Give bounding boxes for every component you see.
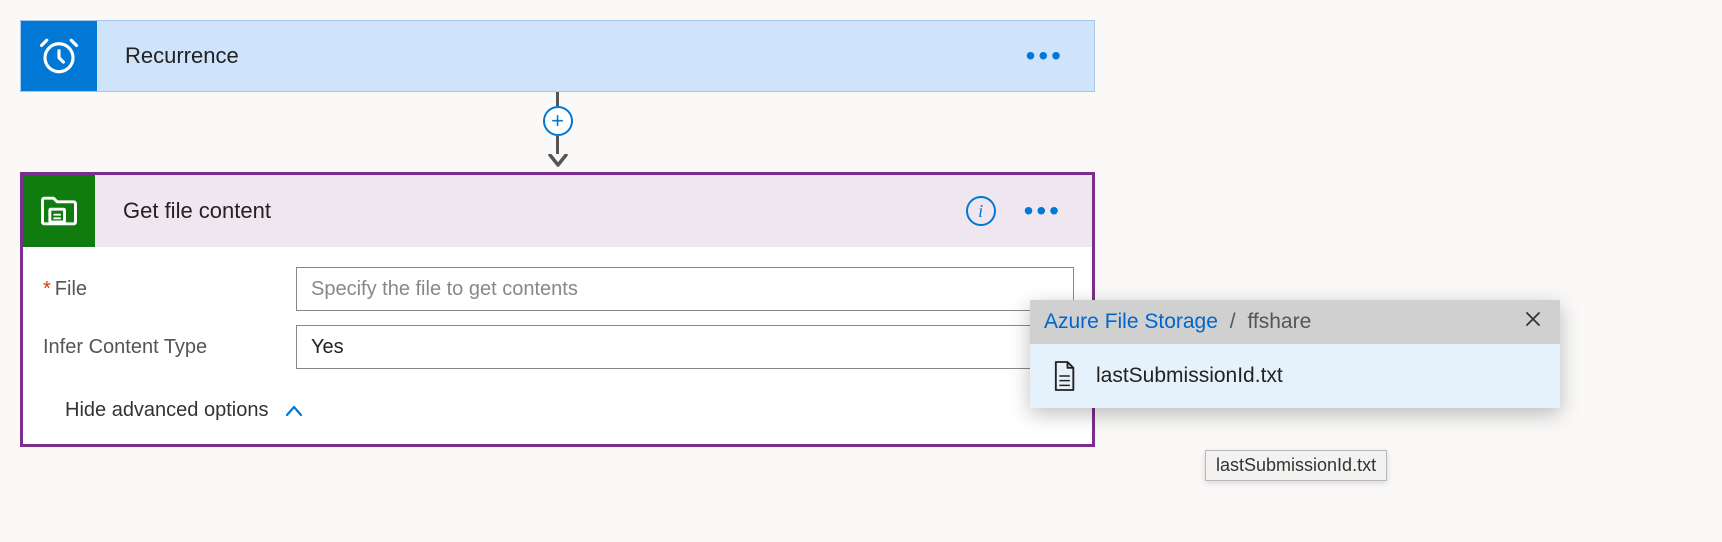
action-header[interactable]: Get file content i •••	[23, 175, 1092, 247]
advanced-toggle-label: Hide advanced options	[65, 399, 268, 422]
infer-content-type-label: Infer Content Type	[41, 336, 296, 359]
infer-content-type-input[interactable]	[296, 325, 1074, 369]
file-label-text: File	[55, 278, 87, 300]
hide-advanced-options-toggle[interactable]: Hide advanced options	[41, 383, 1074, 422]
arrow-down-icon	[546, 154, 570, 170]
breadcrumb-separator: /	[1230, 310, 1236, 333]
add-step-button[interactable]: +	[543, 106, 573, 136]
chevron-up-icon	[284, 404, 304, 418]
clock-alarm-icon	[38, 35, 80, 77]
logic-app-designer-canvas: Recurrence ••• + Get file content	[20, 20, 1722, 447]
close-icon	[1524, 310, 1542, 328]
file-storage-icon-box	[23, 175, 95, 247]
file-input[interactable]	[296, 267, 1074, 311]
trigger-card-recurrence[interactable]: Recurrence •••	[20, 20, 1095, 92]
file-picker-item[interactable]: lastSubmissionId.txt	[1030, 344, 1560, 408]
file-picker-header: Azure File Storage / ffshare	[1030, 300, 1560, 344]
file-text-icon	[1050, 359, 1078, 393]
action-title: Get file content	[95, 198, 966, 224]
action-card-get-file-content: Get file content i ••• *File Infer Conte…	[20, 172, 1095, 447]
file-picker-popup: Azure File Storage / ffshare lastSubmiss…	[1030, 300, 1560, 408]
trigger-title: Recurrence	[97, 43, 1026, 69]
form-row-infer-content-type: Infer Content Type	[41, 325, 1074, 369]
required-marker: *	[43, 278, 51, 300]
file-name: lastSubmissionId.txt	[1096, 364, 1283, 388]
breadcrumb-current: ffshare	[1247, 310, 1311, 333]
close-button[interactable]	[1520, 306, 1546, 338]
recurrence-icon-box	[21, 21, 97, 91]
trigger-menu-button[interactable]: •••	[1026, 49, 1064, 63]
connector-line-bottom	[556, 136, 559, 154]
folder-file-icon	[37, 189, 81, 233]
breadcrumb: Azure File Storage / ffshare	[1044, 310, 1520, 334]
file-label: *File	[41, 278, 296, 301]
connector: +	[20, 92, 1095, 172]
form-row-file: *File	[41, 267, 1074, 311]
info-button[interactable]: i	[966, 196, 996, 226]
action-menu-button[interactable]: •••	[1024, 204, 1062, 218]
tooltip: lastSubmissionId.txt	[1205, 450, 1387, 481]
breadcrumb-root[interactable]: Azure File Storage	[1044, 310, 1218, 333]
action-body: *File Infer Content Type Hide advanced o…	[23, 247, 1092, 444]
connector-line-top	[556, 92, 559, 106]
